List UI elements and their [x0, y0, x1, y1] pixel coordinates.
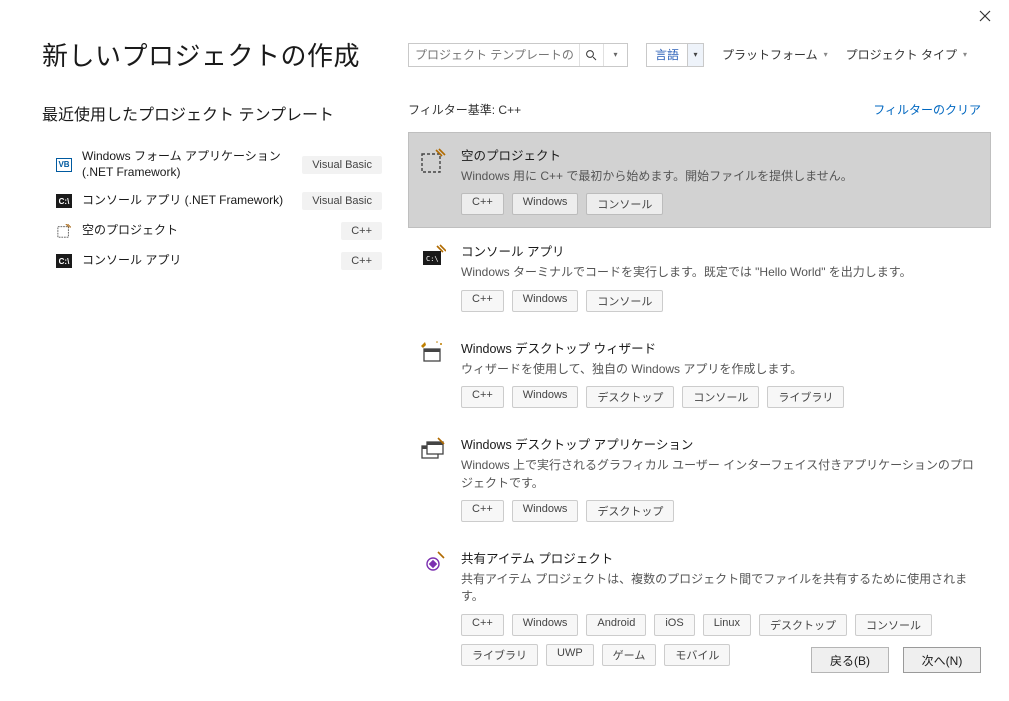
template-title: コンソール アプリ: [461, 241, 980, 260]
template-description: Windows ターミナルでコードを実行します。既定では "Hello Worl…: [461, 264, 980, 281]
template-tag: ライブラリ: [767, 386, 844, 408]
chevron-down-icon: ▾: [963, 50, 967, 59]
recent-template-item[interactable]: VB Windows フォーム アプリケーション (.NET Framework)…: [42, 143, 382, 186]
project-type-dropdown[interactable]: プロジェクト タイプ ▾: [846, 46, 967, 63]
template-description: 共有アイテム プロジェクトは、複数のプロジェクト間でファイルを共有するために使用…: [461, 571, 980, 606]
template-title: Windows デスクトップ ウィザード: [461, 338, 980, 357]
desktop-wizard-icon: [419, 340, 447, 368]
template-tag: C++: [461, 614, 504, 636]
template-tag: ゲーム: [602, 644, 657, 666]
template-tag: Linux: [703, 614, 751, 636]
recent-template-title: コンソール アプリ (.NET Framework): [82, 193, 292, 209]
platform-dropdown[interactable]: プラットフォーム ▾: [722, 46, 828, 63]
template-tag: モバイル: [664, 644, 730, 666]
back-button[interactable]: 戻る(B): [811, 647, 889, 673]
template-item[interactable]: Windows デスクトップ アプリケーション Windows 上で実行されるグラ…: [408, 421, 991, 535]
template-tag: ライブラリ: [461, 644, 538, 666]
project-type-label: プロジェクト タイプ: [846, 46, 957, 63]
template-tag: デスクトップ: [586, 500, 674, 522]
template-tag: Windows: [512, 193, 579, 215]
language-label: 言語: [647, 46, 687, 63]
template-title: 共有アイテム プロジェクト: [461, 548, 980, 567]
template-tag: C++: [461, 193, 504, 215]
console-icon: C:\: [56, 254, 72, 268]
filter-label: フィルター基準: C++: [408, 101, 521, 118]
recent-template-title: コンソール アプリ: [82, 253, 331, 269]
language-dropdown[interactable]: 言語 ▾: [646, 43, 704, 67]
desktop-app-icon: [419, 436, 447, 464]
template-tag: デスクトップ: [759, 614, 847, 636]
template-item[interactable]: Windows デスクトップ ウィザードウィザードを使用して、独自の Windo…: [408, 325, 991, 421]
recent-template-badge: Visual Basic: [302, 192, 382, 210]
recent-template-title: Windows フォーム アプリケーション (.NET Framework): [82, 149, 292, 180]
clear-filter-link[interactable]: フィルターのクリア: [873, 101, 981, 118]
template-tag: Windows: [512, 386, 579, 408]
recent-template-badge: Visual Basic: [302, 156, 382, 174]
template-tag: C++: [461, 386, 504, 408]
templates-pane: フィルター基準: C++ フィルターのクリア 空のプロジェクト Windows 用…: [388, 101, 991, 679]
chevron-down-icon[interactable]: ▾: [687, 44, 703, 66]
recent-heading: 最近使用したプロジェクト テンプレート: [42, 101, 382, 125]
search-dropdown-icon[interactable]: ▾: [603, 44, 627, 66]
template-description: Windows 上で実行されるグラフィカル ユーザー インターフェイス付きアプリ…: [461, 457, 980, 492]
template-tag: コンソール: [586, 290, 663, 312]
template-tag: Android: [586, 614, 646, 636]
platform-label: プラットフォーム: [722, 46, 818, 63]
empty-project-icon: [56, 224, 72, 238]
template-tag: デスクトップ: [586, 386, 674, 408]
empty-project-icon: [419, 147, 447, 175]
next-button[interactable]: 次へ(N): [903, 647, 981, 673]
template-tag: iOS: [654, 614, 694, 636]
recent-templates-pane: 最近使用したプロジェクト テンプレート VB Windows フォーム アプリケー…: [42, 101, 382, 679]
console-icon: C:\: [56, 194, 72, 208]
search-icon[interactable]: [579, 44, 603, 66]
page-title: 新しいプロジェクトの作成: [42, 36, 360, 73]
template-tag: Windows: [512, 614, 579, 636]
vb-icon: VB: [56, 158, 72, 172]
template-tag: C++: [461, 290, 504, 312]
template-title: Windows デスクトップ アプリケーション: [461, 434, 980, 453]
template-title: 空のプロジェクト: [461, 145, 980, 164]
template-tag: Windows: [512, 290, 579, 312]
template-item[interactable]: 空のプロジェクト Windows 用に C++ で最初から始めます。開始ファイルを…: [408, 132, 991, 228]
template-description: Windows 用に C++ で最初から始めます。開始ファイルを提供しません。: [461, 168, 980, 185]
svg-text:C:\: C:\: [426, 255, 439, 263]
template-tag: コンソール: [855, 614, 932, 636]
recent-template-badge: C++: [341, 252, 382, 270]
recent-template-item[interactable]: C:\ コンソール アプリ (.NET Framework) Visual Basi…: [42, 186, 382, 216]
template-tag: Windows: [512, 500, 579, 522]
template-description: ウィザードを使用して、独自の Windows アプリを作成します。: [461, 361, 980, 378]
recent-template-badge: C++: [341, 222, 382, 240]
recent-template-title: 空のプロジェクト: [82, 223, 331, 239]
recent-template-item[interactable]: C:\ コンソール アプリ C++: [42, 246, 382, 276]
chevron-down-icon: ▾: [824, 50, 828, 59]
shared-items-icon: [419, 550, 447, 578]
template-tag: コンソール: [586, 193, 663, 215]
recent-template-item[interactable]: 空のプロジェクト C++: [42, 216, 382, 246]
search-box[interactable]: ▾: [408, 43, 628, 67]
template-item[interactable]: C:\ コンソール アプリ Windows ターミナルでコードを実行します。既定では…: [408, 228, 991, 324]
search-input[interactable]: [409, 44, 579, 66]
template-tag: UWP: [546, 644, 594, 666]
template-tag: コンソール: [682, 386, 759, 408]
template-tag: C++: [461, 500, 504, 522]
console-icon: C:\: [419, 243, 447, 271]
close-button[interactable]: [971, 6, 999, 26]
